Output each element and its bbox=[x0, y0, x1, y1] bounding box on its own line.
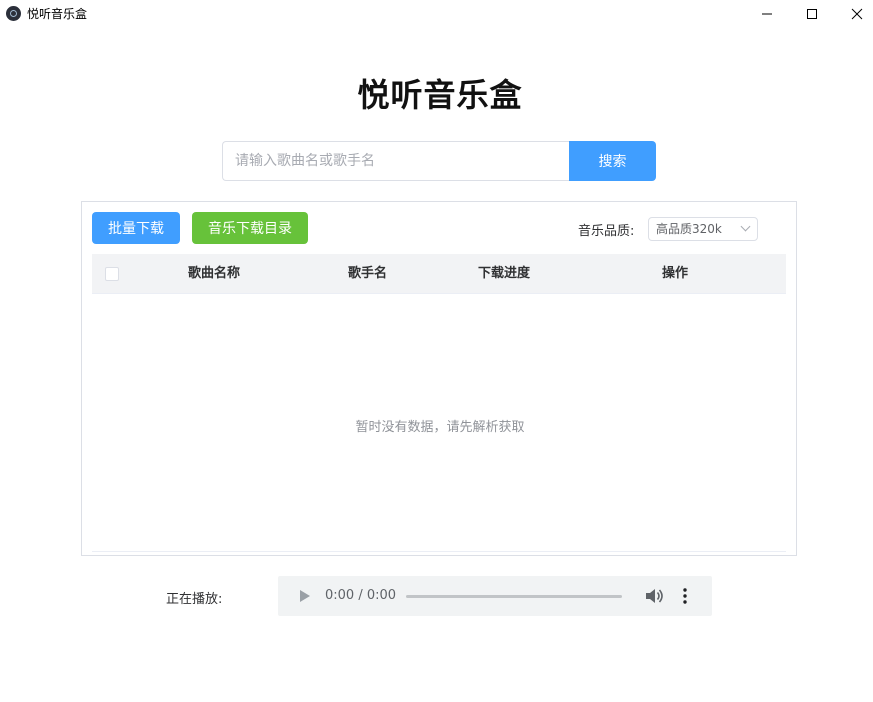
table-empty-text: 暂时没有数据，请先解析获取 bbox=[355, 420, 525, 435]
select-all-checkbox[interactable] bbox=[105, 267, 119, 281]
audio-time: 0:00 / 0:00 bbox=[325, 588, 397, 603]
app-logo-icon bbox=[6, 6, 21, 21]
column-header-actions: 操作 bbox=[662, 266, 689, 281]
audio-player: 0:00 / 0:00 bbox=[278, 576, 712, 616]
column-header-song: 歌曲名称 bbox=[188, 266, 241, 281]
window-titlebar: 悦听音乐盒 bbox=[0, 0, 873, 28]
page-title: 悦听音乐盒 bbox=[357, 76, 523, 114]
column-header-progress: 下载进度 bbox=[478, 266, 531, 281]
search-input[interactable] bbox=[222, 141, 572, 181]
maximize-button[interactable] bbox=[789, 0, 835, 28]
column-header-artist: 歌手名 bbox=[348, 266, 388, 281]
batch-download-button[interactable]: 批量下载 bbox=[92, 212, 180, 244]
quality-select[interactable]: 高品质320k bbox=[648, 217, 758, 241]
quality-selected-value: 高品质320k bbox=[656, 222, 722, 236]
chevron-down-icon bbox=[740, 221, 751, 232]
maximize-icon bbox=[807, 9, 817, 19]
quality-label: 音乐品质: bbox=[578, 224, 635, 239]
minimize-icon bbox=[762, 13, 772, 15]
table-header: 歌曲名称 歌手名 下载进度 操作 bbox=[92, 254, 786, 294]
volume-icon[interactable] bbox=[644, 587, 664, 605]
close-button[interactable] bbox=[834, 0, 873, 28]
now-playing-label: 正在播放: bbox=[166, 592, 223, 607]
song-list-panel: 批量下载 音乐下载目录 音乐品质: 高品质320k 歌曲名称 歌手名 下载进度 … bbox=[81, 201, 797, 556]
audio-progress-bar[interactable] bbox=[406, 595, 622, 598]
minimize-button[interactable] bbox=[744, 0, 790, 28]
window-title: 悦听音乐盒 bbox=[27, 7, 88, 21]
search-button[interactable]: 搜索 bbox=[569, 141, 656, 181]
more-options-icon[interactable] bbox=[680, 588, 690, 604]
download-directory-button[interactable]: 音乐下载目录 bbox=[192, 212, 308, 244]
play-icon[interactable] bbox=[300, 590, 310, 602]
table-divider bbox=[92, 551, 786, 552]
close-icon bbox=[851, 8, 863, 20]
